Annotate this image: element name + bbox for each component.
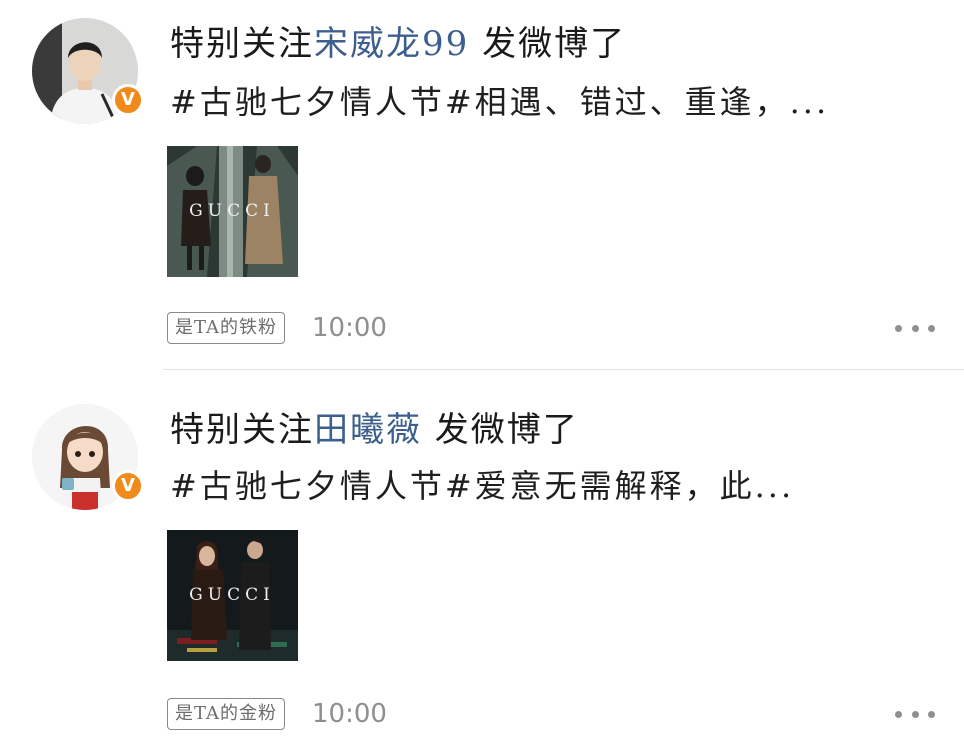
feed-item[interactable]: V 特别关注田曦薇 发微博了 #古驰七夕情人节#爱意无需解释，此... GUCC… bbox=[0, 370, 964, 751]
post-image-thumbnail[interactable]: GUCCI bbox=[167, 146, 298, 277]
user-name-link[interactable]: 宋威龙99 bbox=[314, 24, 469, 64]
title-suffix: 发微博了 bbox=[469, 24, 627, 64]
verified-badge-icon: V bbox=[112, 470, 144, 502]
fan-level-badge: 是TA的金粉 bbox=[167, 698, 286, 730]
dot bbox=[911, 710, 919, 718]
dot bbox=[928, 710, 935, 718]
dot bbox=[928, 324, 935, 332]
user-avatar[interactable]: V bbox=[32, 404, 144, 510]
feed-item[interactable]: V 特别关注宋威龙99 发微博了 #古驰七夕情人节#相遇、错过、重逢，... G… bbox=[0, 0, 964, 370]
title-prefix: 特别关注 bbox=[170, 410, 314, 450]
post-time: 10:00 bbox=[312, 313, 387, 343]
notification-title: 特别关注田曦薇 发微博了 bbox=[170, 410, 579, 450]
image-logo-text: GUCCI bbox=[189, 585, 275, 605]
dot bbox=[895, 324, 902, 332]
notification-title: 特别关注宋威龙99 发微博了 bbox=[170, 24, 626, 64]
user-name-link[interactable]: 田曦薇 bbox=[314, 410, 422, 450]
title-prefix: 特别关注 bbox=[170, 24, 314, 64]
fan-level-badge: 是TA的铁粉 bbox=[167, 312, 286, 344]
post-time: 10:00 bbox=[312, 699, 387, 729]
post-content[interactable]: #古驰七夕情人节#相遇、错过、重逢，... bbox=[170, 82, 829, 122]
dot bbox=[911, 324, 919, 332]
user-avatar[interactable]: V bbox=[32, 18, 144, 124]
post-image-thumbnail[interactable]: GUCCI bbox=[167, 530, 298, 661]
post-content[interactable]: #古驰七夕情人节#爱意无需解释，此... bbox=[170, 466, 794, 506]
verified-badge-icon: V bbox=[112, 84, 144, 116]
notification-feed: V 特别关注宋威龙99 发微博了 #古驰七夕情人节#相遇、错过、重逢，... G… bbox=[0, 0, 964, 751]
more-dots-icon[interactable] bbox=[895, 313, 935, 343]
title-suffix: 发微博了 bbox=[422, 410, 579, 450]
image-logo-text: GUCCI bbox=[189, 201, 275, 221]
more-dots-icon[interactable] bbox=[895, 699, 935, 729]
dot bbox=[895, 710, 902, 718]
